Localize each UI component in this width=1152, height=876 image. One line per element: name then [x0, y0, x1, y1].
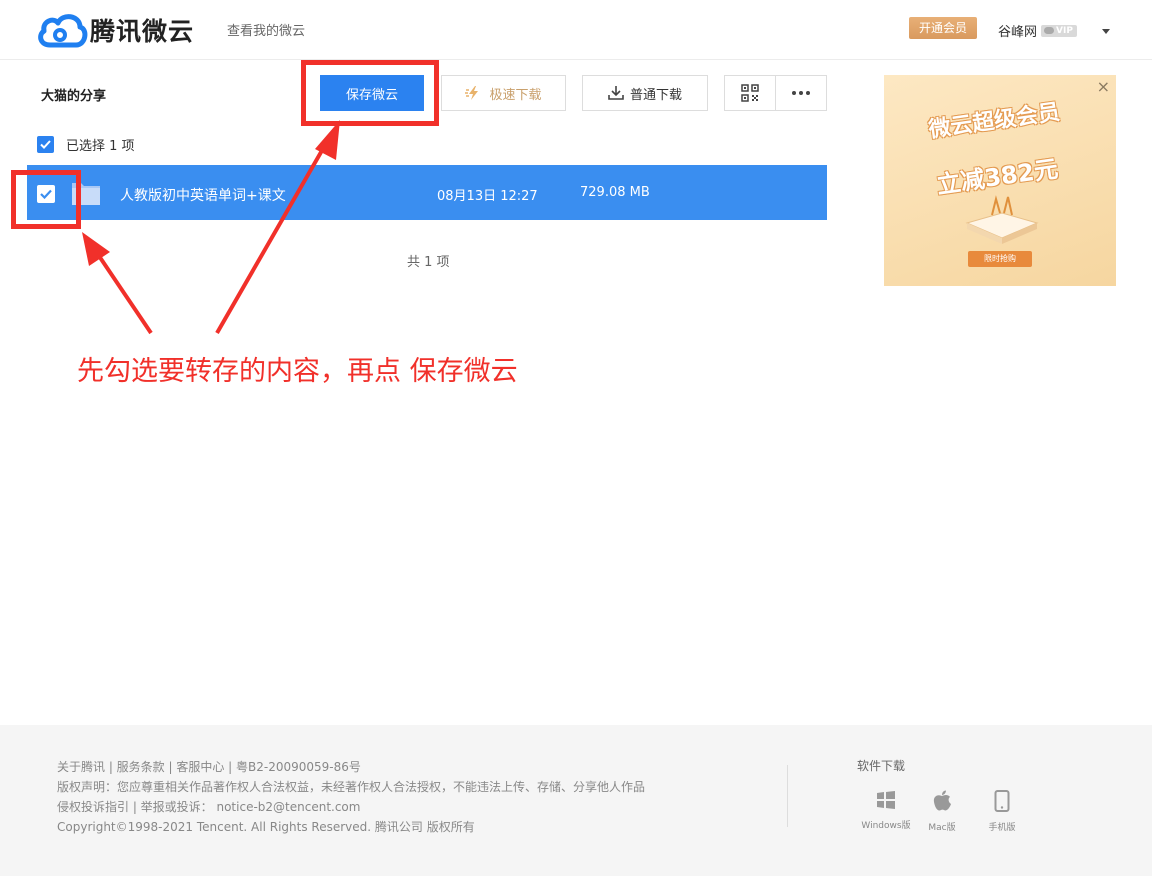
- download-mac[interactable]: Mac版: [912, 790, 972, 833]
- software-download-title: 软件下载: [857, 759, 906, 773]
- footer-divider: [787, 765, 788, 827]
- apple-icon: [933, 790, 951, 811]
- download-mac-label: Mac版: [928, 823, 956, 833]
- arrow-to-save-button: [215, 120, 340, 334]
- ad-buy-button[interactable]: 限时抢购: [968, 251, 1032, 267]
- footer-links[interactable]: 关于腾讯 | 服务条款 | 客服中心 | 粤B2-20090059-86号: [57, 757, 645, 777]
- close-icon[interactable]: ×: [1097, 77, 1110, 96]
- download-windows-label: Windows版: [861, 821, 911, 831]
- footer-text-block: 关于腾讯 | 服务条款 | 客服中心 | 粤B2-20090059-86号 版权…: [57, 757, 645, 837]
- ad-title: 微云超级会员: [927, 99, 1062, 144]
- footer-complaint[interactable]: 侵权投诉指引 | 举报或投诉： notice-b2@tencent.com: [57, 797, 645, 817]
- annotation-text: 先勾选要转存的内容，再点 保存微云: [77, 356, 518, 387]
- vip-ad-banner[interactable]: × 微云超级会员 立减382元 限时抢购: [884, 75, 1116, 286]
- windows-icon: [877, 791, 895, 809]
- book-illustration-icon: [965, 195, 1039, 244]
- download-mobile[interactable]: 手机版: [972, 790, 1032, 833]
- arrow-to-checkbox: [82, 232, 153, 335]
- download-mobile-label: 手机版: [988, 823, 1016, 833]
- page-footer: 关于腾讯 | 服务条款 | 客服中心 | 粤B2-20090059-86号 版权…: [0, 725, 1152, 876]
- phone-icon: [994, 790, 1010, 812]
- download-windows[interactable]: Windows版: [856, 790, 916, 831]
- footer-copyright-notice: 版权声明：您应尊重相关作品著作权人合法权益，未经著作权人合法授权，不能违法上传、…: [57, 780, 646, 794]
- footer-copyright: Copyright©1998-2021 Tencent. All Rights …: [57, 820, 475, 834]
